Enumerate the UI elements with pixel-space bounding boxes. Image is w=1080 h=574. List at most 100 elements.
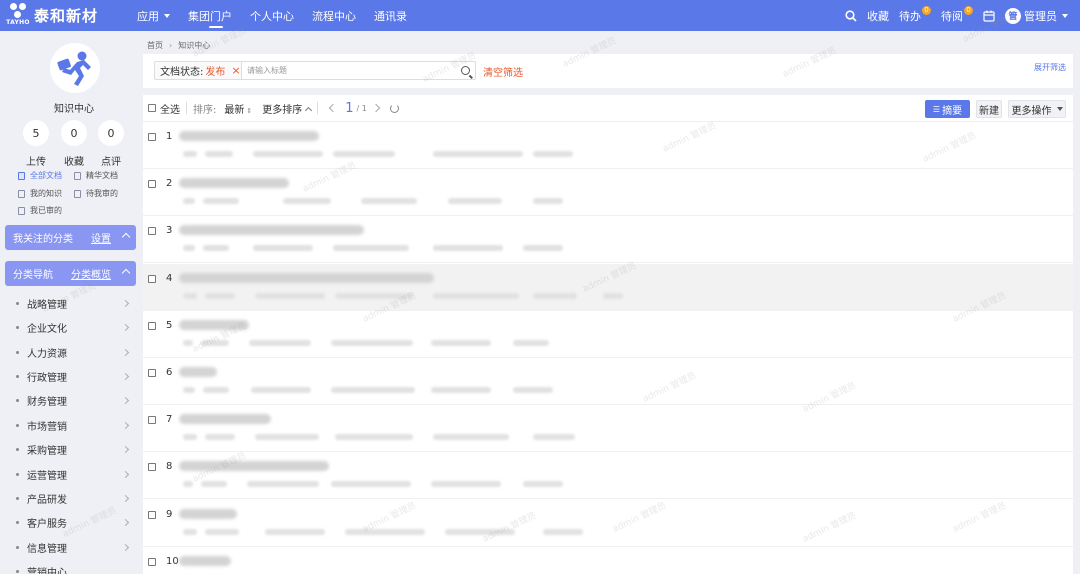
table-row[interactable]: 5 xyxy=(143,310,1073,358)
category-item[interactable]: 市场营销 xyxy=(16,418,130,433)
sort-latest-button[interactable]: 最新 ⇕ xyxy=(224,101,252,116)
select-all-checkbox[interactable] xyxy=(148,104,156,112)
prev-page-icon[interactable] xyxy=(329,103,338,113)
table-row[interactable]: 7 xyxy=(143,405,1073,453)
quick-link-all-docs[interactable]: 全部文档 xyxy=(18,170,62,181)
nav-item-apps[interactable]: 应用 xyxy=(128,0,179,31)
row-number: 2 xyxy=(166,178,173,190)
category-item[interactable]: 战略管理 xyxy=(16,296,130,311)
refresh-icon[interactable] xyxy=(389,103,399,113)
stat-favorites[interactable]: 0 收藏 xyxy=(60,120,88,168)
chevron-up-icon[interactable] xyxy=(305,106,313,114)
category-item[interactable]: 信息管理 xyxy=(16,540,130,555)
document-title-obscured[interactable] xyxy=(179,508,237,519)
category-item[interactable]: 人力资源 xyxy=(16,345,130,360)
document-title-obscured[interactable] xyxy=(179,131,319,141)
category-nav-header[interactable]: 分类导航 分类概览 xyxy=(5,261,136,286)
table-row[interactable]: 6 xyxy=(143,358,1073,405)
nav-item-group-portal[interactable]: 集团门户 xyxy=(179,0,241,31)
select-all-label[interactable]: 全选 xyxy=(160,101,180,116)
breadcrumb-home[interactable]: 首页 xyxy=(147,40,163,51)
document-title-obscured[interactable] xyxy=(179,272,434,283)
stat-comments[interactable]: 0 点评 xyxy=(97,120,125,168)
more-operations-button[interactable]: 更多操作 xyxy=(1008,100,1066,118)
document-title-obscured[interactable] xyxy=(179,555,231,566)
document-meta-obscured xyxy=(431,387,491,393)
category-item[interactable]: 营销中心 xyxy=(16,564,128,574)
quick-link-pending-review[interactable]: 待我审的 xyxy=(74,188,118,199)
search-icon[interactable] xyxy=(461,66,470,75)
sort-label: 排序: xyxy=(193,104,217,116)
row-checkbox[interactable] xyxy=(148,557,156,566)
document-title-obscured[interactable] xyxy=(179,319,249,330)
row-checkbox[interactable] xyxy=(148,180,156,189)
category-item[interactable]: 财务管理 xyxy=(16,393,130,408)
quick-link-reviewed[interactable]: 我已审的 xyxy=(18,205,62,216)
table-row[interactable]: 4 xyxy=(143,263,1073,311)
stat-upload[interactable]: 5 上传 xyxy=(22,120,50,168)
next-page-icon[interactable] xyxy=(371,103,381,113)
document-title-obscured[interactable] xyxy=(179,367,217,377)
row-checkbox[interactable] xyxy=(148,369,156,377)
table-row[interactable]: 8 xyxy=(143,452,1073,500)
favorites-link[interactable]: 收藏 xyxy=(867,8,889,24)
category-item[interactable]: 采购管理 xyxy=(16,442,130,457)
table-row[interactable]: 3 xyxy=(143,216,1073,264)
table-row[interactable]: 2 xyxy=(143,169,1073,217)
followed-categories-header[interactable]: 我关注的分类 设置 xyxy=(5,225,136,250)
row-checkbox[interactable] xyxy=(148,416,156,425)
row-checkbox[interactable] xyxy=(148,321,156,330)
toread-link[interactable]: 待阅 0 xyxy=(941,6,973,24)
document-title-obscured[interactable] xyxy=(179,414,271,425)
more-sort-button[interactable]: 更多排序 xyxy=(262,101,302,116)
summary-view-button[interactable]: ☰ 摘要 xyxy=(925,100,970,118)
chevron-right-icon: › xyxy=(169,41,173,50)
document-title-obscured[interactable] xyxy=(179,461,329,472)
document-meta-obscured xyxy=(251,387,311,393)
category-overview-link[interactable]: 分类概览 xyxy=(71,266,111,281)
close-icon[interactable]: × xyxy=(231,64,240,77)
category-item[interactable]: 客户服务 xyxy=(16,515,130,530)
document-meta-obscured xyxy=(431,339,491,346)
title-search-input[interactable]: 请输入标题 xyxy=(241,61,476,80)
search-icon[interactable] xyxy=(845,9,857,22)
todo-link[interactable]: 待办 0 xyxy=(899,6,931,24)
settings-link[interactable]: 设置 xyxy=(91,230,111,245)
nav-item-personal-center[interactable]: 个人中心 xyxy=(241,0,303,31)
row-checkbox[interactable] xyxy=(148,510,156,519)
category-item[interactable]: 产品研发 xyxy=(16,491,130,506)
clear-filters-button[interactable]: 清空筛选 xyxy=(483,64,523,79)
chevron-right-icon xyxy=(121,396,130,405)
document-meta-obscured xyxy=(205,434,235,441)
row-checkbox[interactable] xyxy=(148,463,156,472)
status-filter-tag[interactable]: 文档状态: 发布 × xyxy=(154,61,247,80)
chevron-up-icon[interactable] xyxy=(121,232,131,242)
nav-item-process-center[interactable]: 流程中心 xyxy=(303,0,365,31)
chevron-up-icon[interactable] xyxy=(121,268,131,278)
document-meta-obscured xyxy=(431,481,501,488)
category-item[interactable]: 企业文化 xyxy=(16,320,130,335)
table-row[interactable]: 1 xyxy=(143,122,1073,169)
calendar-icon[interactable] xyxy=(983,10,995,22)
document-list-panel: 全选 排序: 最新 ⇕ 更多排序 1 / 1 ☰ 摘要 新建 更多操作 1 2 3 4 5 6… xyxy=(143,95,1073,574)
expand-filters-link[interactable]: 展开筛选 xyxy=(1034,62,1066,73)
page-total: / 1 xyxy=(356,103,367,113)
brand-logo[interactable]: TAYHO 泰和新材 xyxy=(0,2,128,29)
document-icon xyxy=(74,171,81,180)
quick-link-featured-docs[interactable]: 精华文档 xyxy=(74,170,118,181)
new-document-button[interactable]: 新建 xyxy=(976,100,1002,118)
document-meta-obscured xyxy=(335,434,413,441)
user-menu[interactable]: 管管理员 xyxy=(1005,7,1068,24)
table-row[interactable]: 9 xyxy=(143,499,1073,547)
document-title-obscured[interactable] xyxy=(179,178,289,189)
category-item[interactable]: 运营管理 xyxy=(16,467,130,482)
row-checkbox[interactable] xyxy=(148,227,156,236)
category-item[interactable]: 行政管理 xyxy=(16,369,130,384)
nav-item-contacts[interactable]: 通讯录 xyxy=(365,0,416,31)
chevron-right-icon xyxy=(121,421,130,430)
row-checkbox[interactable] xyxy=(148,274,156,283)
document-title-obscured[interactable] xyxy=(179,225,364,236)
row-checkbox[interactable] xyxy=(148,133,156,141)
table-row[interactable]: 10 xyxy=(143,546,1073,574)
quick-link-my-knowledge[interactable]: 我的知识 xyxy=(18,188,62,199)
